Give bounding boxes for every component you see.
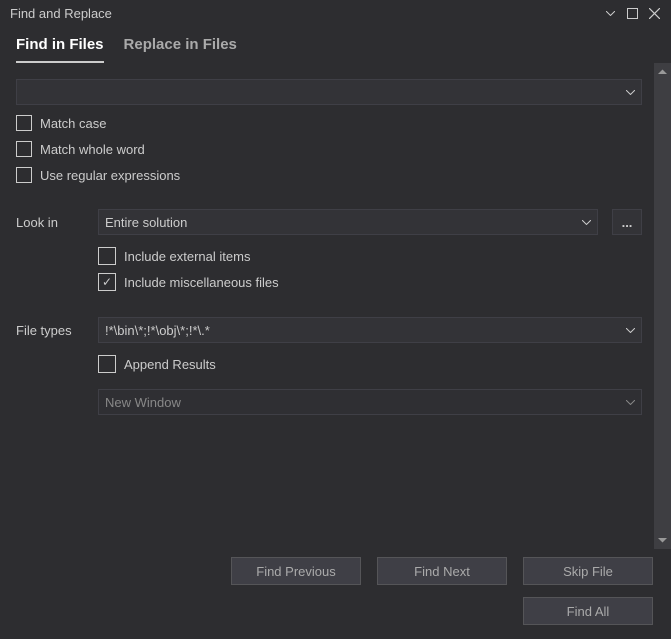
look-in-label: Look in [16,215,88,230]
include-external-row[interactable]: Include external items [98,247,642,265]
chevron-down-icon[interactable] [626,318,635,342]
scrollbar[interactable] [654,63,671,549]
scroll-down-icon[interactable] [654,532,671,549]
include-external-checkbox[interactable] [98,247,116,265]
tab-bar: Find in Files Replace in Files [0,26,671,63]
results-window-select[interactable]: New Window [98,389,642,415]
match-case-label: Match case [40,116,106,131]
use-regex-label: Use regular expressions [40,168,180,183]
look-in-value: Entire solution [105,215,187,230]
window-options-icon[interactable] [601,4,619,22]
button-row-1: Find Previous Find Next Skip File [231,557,653,585]
scroll-up-icon[interactable] [654,63,671,80]
tab-find-in-files[interactable]: Find in Files [16,36,104,63]
results-window-value: New Window [105,395,181,410]
use-regex-checkbox[interactable] [16,167,32,183]
file-types-label: File types [16,323,88,338]
search-term-input[interactable] [16,79,642,105]
include-misc-label: Include miscellaneous files [124,275,279,290]
form: Match case Match whole word Use regular … [0,63,654,549]
find-all-button[interactable]: Find All [523,597,653,625]
find-previous-button[interactable]: Find Previous [231,557,361,585]
chevron-down-icon[interactable] [626,390,635,414]
match-word-label: Match whole word [40,142,145,157]
file-types-input[interactable]: !*\bin\*;!*\obj\*;!*\.* [98,317,642,343]
file-types-row: File types !*\bin\*;!*\obj\*;!*\.* [16,317,642,343]
titlebar: Find and Replace [0,0,671,26]
browse-button[interactable]: ... [612,209,642,235]
look-in-select[interactable]: Entire solution [98,209,598,235]
maximize-icon[interactable] [623,4,641,22]
close-icon[interactable] [645,4,663,22]
match-case-row[interactable]: Match case [16,115,642,131]
append-results-checkbox[interactable] [98,355,116,373]
window-title: Find and Replace [10,6,597,21]
include-misc-row[interactable]: Include miscellaneous files [98,273,642,291]
match-case-checkbox[interactable] [16,115,32,131]
include-misc-checkbox[interactable] [98,273,116,291]
skip-file-button[interactable]: Skip File [523,557,653,585]
look-in-row: Look in Entire solution ... [16,209,642,235]
chevron-down-icon[interactable] [582,210,591,234]
chevron-down-icon[interactable] [626,80,635,104]
use-regex-row[interactable]: Use regular expressions [16,167,642,183]
content-area: Match case Match whole word Use regular … [0,63,671,549]
find-next-button[interactable]: Find Next [377,557,507,585]
append-results-label: Append Results [124,357,216,372]
button-bar: Find Previous Find Next Skip File Find A… [0,549,671,639]
include-external-label: Include external items [124,249,250,264]
append-results-row[interactable]: Append Results [98,355,642,373]
tab-replace-in-files[interactable]: Replace in Files [124,36,237,63]
match-word-row[interactable]: Match whole word [16,141,642,157]
look-in-options: Include external items Include miscellan… [98,247,642,291]
file-types-value: !*\bin\*;!*\obj\*;!*\.* [105,323,210,338]
results-options: Append Results New Window [98,355,642,415]
match-word-checkbox[interactable] [16,141,32,157]
button-row-2: Find All [523,597,653,625]
